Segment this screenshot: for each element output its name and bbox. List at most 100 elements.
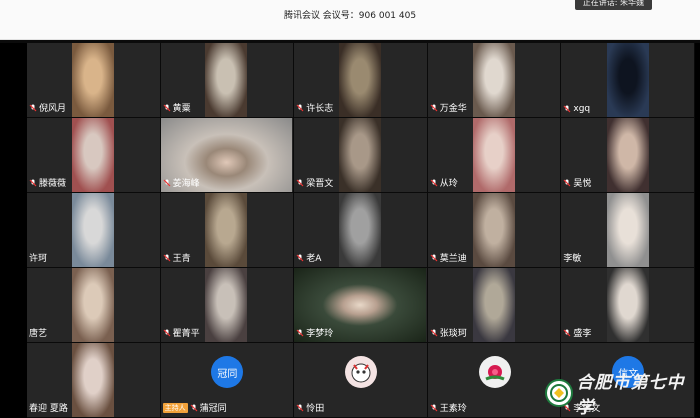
participant-tile[interactable]: 张琰珂 <box>427 268 562 343</box>
participant-tile[interactable]: 怜田 <box>294 343 428 418</box>
mic-muted-icon <box>29 104 37 112</box>
participant-name-label: 倪风月 <box>29 101 66 114</box>
participant-name: 倪风月 <box>39 104 67 114</box>
participant-tile[interactable]: 李敏 <box>561 193 695 268</box>
mic-muted-icon <box>430 179 438 187</box>
participant-name: 吴悦 <box>573 179 592 189</box>
participant-tile[interactable]: 冠同 主持人 蒲冠同 <box>160 343 295 418</box>
participant-name-label: 唐艺 <box>29 326 47 339</box>
title-bar: 腾讯会议 会议号：906 001 405 正在讲话: 朱华魏 <box>0 0 700 40</box>
participant-video <box>472 193 515 267</box>
participant-video <box>72 118 114 192</box>
participant-name: 许珂 <box>29 254 48 264</box>
participant-video <box>606 193 649 267</box>
mic-muted-icon <box>163 254 171 262</box>
participant-name-label: 滕薇薇 <box>29 176 66 189</box>
participant-tile[interactable]: 李梦玲 <box>294 268 428 343</box>
participant-tile[interactable]: 姜海峰 <box>160 118 295 193</box>
participant-tile[interactable]: 春迎 夏路 <box>27 343 161 418</box>
participant-tile[interactable]: 老A <box>294 193 428 268</box>
school-name: 合肥市第七中学 <box>576 373 685 418</box>
mic-muted-icon <box>430 329 438 337</box>
participant-name-label: 老A <box>296 251 321 264</box>
participant-video <box>338 43 381 117</box>
participant-tile[interactable]: 梁晋文 <box>294 118 428 193</box>
mic-muted-icon <box>430 104 438 112</box>
participant-name: 张琰珂 <box>439 329 467 339</box>
mic-muted-icon <box>296 254 304 262</box>
participant-video <box>606 268 649 342</box>
participant-name: 梁晋文 <box>306 179 334 189</box>
participant-name: 黄粟 <box>172 104 191 114</box>
mic-muted-icon <box>430 254 438 262</box>
speaking-indicator: 正在讲话: 朱华魏 <box>574 0 652 10</box>
participant-name-label: xgq <box>563 104 590 114</box>
participant-name: xgq <box>573 104 591 114</box>
participant-tile[interactable]: 唐艺 <box>27 268 161 343</box>
participant-video <box>204 268 247 342</box>
participant-name-label: 瞿菁平 <box>163 326 200 339</box>
mic-muted-icon <box>163 104 171 112</box>
participant-name: 蒲冠同 <box>199 404 227 414</box>
participant-name-label: 李敏 <box>563 251 581 264</box>
mic-muted-icon <box>163 179 171 187</box>
participant-avatar <box>344 356 377 388</box>
mic-muted-icon <box>563 179 571 187</box>
participant-tile[interactable]: 王素玲 <box>427 343 562 418</box>
participant-video <box>204 43 247 117</box>
participant-name-label: 王青 <box>163 251 191 264</box>
participant-name: 瞿菁平 <box>172 329 200 339</box>
participant-name: 李敏 <box>563 254 582 264</box>
participant-tile[interactable]: 从玲 <box>427 118 562 193</box>
participant-name-label: 主持人 蒲冠同 <box>162 401 227 414</box>
participant-name-label: 许珂 <box>29 251 47 264</box>
participant-tile[interactable]: 许长志 <box>294 43 428 118</box>
participant-avatar <box>478 356 511 388</box>
mic-muted-icon <box>563 329 571 337</box>
participant-name: 春迎 夏路 <box>29 404 68 414</box>
participant-video <box>72 268 114 342</box>
participant-tile[interactable]: 黄粟 <box>160 43 295 118</box>
participant-name: 李梦玲 <box>306 329 334 339</box>
participant-name: 王青 <box>172 254 191 264</box>
participant-tile[interactable]: 莫兰迪 <box>427 193 562 268</box>
participant-video <box>472 43 515 117</box>
participant-name-label: 王素玲 <box>430 401 467 414</box>
participant-name-label: 怜田 <box>296 401 324 414</box>
participant-name: 许长志 <box>306 104 334 114</box>
participant-tile[interactable]: 万金华 <box>427 43 562 118</box>
participant-tile[interactable]: 滕薇薇 <box>27 118 161 193</box>
mic-muted-icon <box>296 404 304 412</box>
participant-tile[interactable]: 许珂 <box>27 193 161 268</box>
participant-tile[interactable]: 倪风月 <box>27 43 161 118</box>
participant-video <box>72 343 114 417</box>
participant-video <box>204 193 247 267</box>
participant-video <box>72 193 114 267</box>
participant-name-label: 张琰珂 <box>430 326 467 339</box>
participant-name-label: 黄粟 <box>163 101 191 114</box>
participant-video <box>338 193 381 267</box>
participant-name-label: 盛李 <box>563 326 591 339</box>
participant-tile[interactable]: xgq <box>561 43 695 118</box>
participant-name-label: 春迎 夏路 <box>29 401 68 414</box>
mic-muted-icon <box>296 329 304 337</box>
participant-video <box>472 268 515 342</box>
school-logo-icon <box>545 379 573 407</box>
participant-name-label: 莫兰迪 <box>430 251 467 264</box>
participant-name: 万金华 <box>439 104 467 114</box>
participant-name-label: 梁晋文 <box>296 176 333 189</box>
mic-muted-icon <box>29 179 37 187</box>
participant-tile[interactable]: 盛李 <box>561 268 695 343</box>
participant-name: 姜海峰 <box>172 179 200 189</box>
participant-name: 王素玲 <box>439 404 467 414</box>
participant-video <box>472 118 515 192</box>
participant-name-label: 吴悦 <box>563 176 591 189</box>
participant-name: 滕薇薇 <box>39 179 67 189</box>
mic-muted-icon <box>296 104 304 112</box>
participant-name-label: 从玲 <box>430 176 458 189</box>
participant-name: 怜田 <box>306 404 325 414</box>
participant-tile[interactable]: 王青 <box>160 193 295 268</box>
host-badge: 主持人 <box>162 402 188 413</box>
participant-tile[interactable]: 瞿菁平 <box>160 268 295 343</box>
participant-tile[interactable]: 吴悦 <box>561 118 695 193</box>
